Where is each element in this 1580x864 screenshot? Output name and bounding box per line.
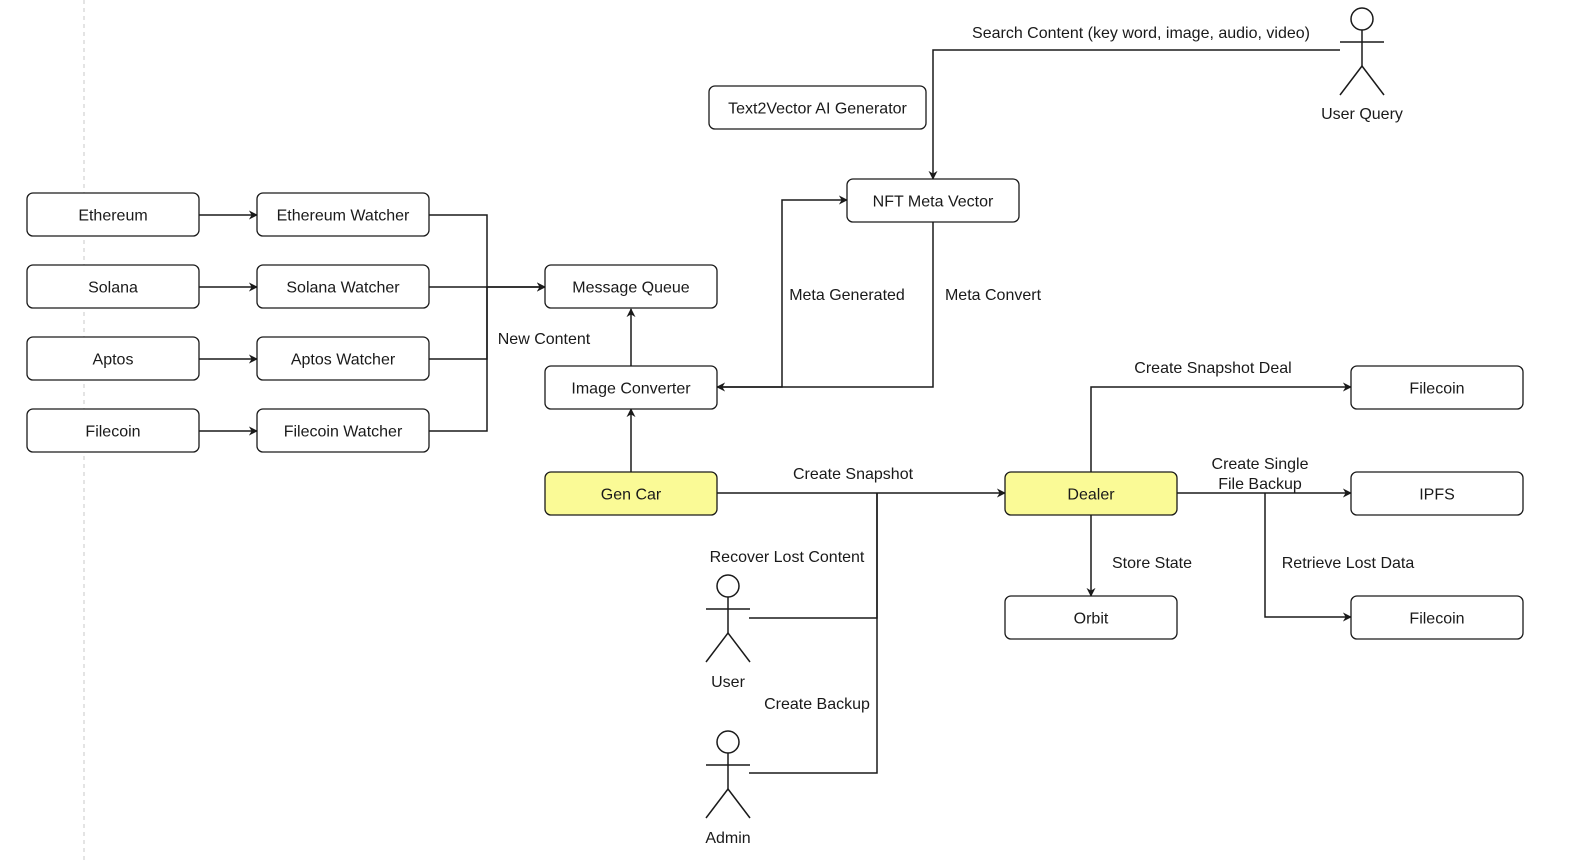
edge-label-singleBackup1: Create Single <box>1212 456 1309 473</box>
node-orbit[interactable]: Orbit <box>1004 595 1178 640</box>
node-fil1[interactable]: Filecoin <box>1350 365 1524 410</box>
person-icon <box>1339 7 1385 96</box>
node-label: Gen Car <box>601 487 662 504</box>
actor-label: User <box>711 674 745 691</box>
node-t2v[interactable]: Text2Vector AI Generator <box>708 85 927 130</box>
edge-label-singleBackup2: File Backup <box>1218 476 1302 493</box>
actor-label: User Query <box>1321 106 1403 123</box>
node-label: Dealer <box>1067 487 1115 504</box>
node-label: Solana <box>88 280 138 297</box>
node-ic[interactable]: Image Converter <box>544 365 718 410</box>
edge-label-search: Search Content (key word, image, audio, … <box>972 25 1310 42</box>
node-label: IPFS <box>1419 487 1455 504</box>
actor-userQuery: User Query <box>1321 7 1403 123</box>
node-fil[interactable]: Filecoin <box>26 408 200 453</box>
actor-admin: Admin <box>705 730 751 847</box>
person-icon <box>705 730 751 819</box>
node-ipfs[interactable]: IPFS <box>1350 471 1524 516</box>
person-icon <box>705 574 751 663</box>
edge-ethw-to-mq <box>429 214 546 292</box>
node-ethW[interactable]: Ethereum Watcher <box>256 192 430 237</box>
architecture-diagram: Ethereum Solana Aptos Filecoin Ethereum Watc… <box>26 0 1524 864</box>
node-label: Orbit <box>1074 611 1109 628</box>
node-label: Ethereum Watcher <box>277 208 410 225</box>
node-label: Message Queue <box>572 280 690 297</box>
node-label: Filecoin Watcher <box>284 424 403 441</box>
edge-label-backup: Create Backup <box>764 696 870 713</box>
node-aptW[interactable]: Aptos Watcher <box>256 336 430 381</box>
node-eth[interactable]: Ethereum <box>26 192 200 237</box>
node-label: NFT Meta Vector <box>873 194 994 211</box>
node-dealer[interactable]: Dealer <box>1004 471 1178 516</box>
node-solW[interactable]: Solana Watcher <box>256 264 430 309</box>
node-label: Filecoin <box>1409 611 1464 628</box>
edge-query-to-nmv <box>928 49 1340 180</box>
edge-nmv-to-ic <box>716 222 934 392</box>
edge-label-recover: Recover Lost Content <box>710 549 865 566</box>
node-label: Filecoin <box>1409 381 1464 398</box>
edge-label-snapshotDeal: Create Snapshot Deal <box>1134 360 1291 377</box>
edge-label-retrieve: Retrieve Lost Data <box>1282 555 1415 572</box>
edge-label-metaConvert: Meta Convert <box>945 287 1042 304</box>
node-nmv[interactable]: NFT Meta Vector <box>846 178 1020 223</box>
actor-label: Admin <box>705 830 750 847</box>
node-label: Image Converter <box>571 381 691 398</box>
node-label: Text2Vector AI Generator <box>728 101 907 118</box>
actor-user: User <box>705 574 751 691</box>
node-gc[interactable]: Gen Car <box>544 471 718 516</box>
node-label: Aptos <box>93 352 134 369</box>
node-label: Aptos Watcher <box>291 352 396 369</box>
edge-label-newContent: New Content <box>498 331 591 348</box>
node-fil2[interactable]: Filecoin <box>1350 595 1524 640</box>
node-mq[interactable]: Message Queue <box>544 264 718 309</box>
edge-label-createSnapshot: Create Snapshot <box>793 466 914 483</box>
edge-label-metaGenerated: Meta Generated <box>789 287 905 304</box>
edge-label-storeState: Store State <box>1112 555 1192 572</box>
node-label: Ethereum <box>78 208 147 225</box>
node-label: Solana Watcher <box>286 280 400 297</box>
node-filW[interactable]: Filecoin Watcher <box>256 408 430 453</box>
edge-aptw-to-mq <box>429 287 488 360</box>
node-label: Filecoin <box>85 424 140 441</box>
node-sol[interactable]: Solana <box>26 264 200 309</box>
edge-admin-to-dealer <box>749 493 878 774</box>
node-apt[interactable]: Aptos <box>26 336 200 381</box>
